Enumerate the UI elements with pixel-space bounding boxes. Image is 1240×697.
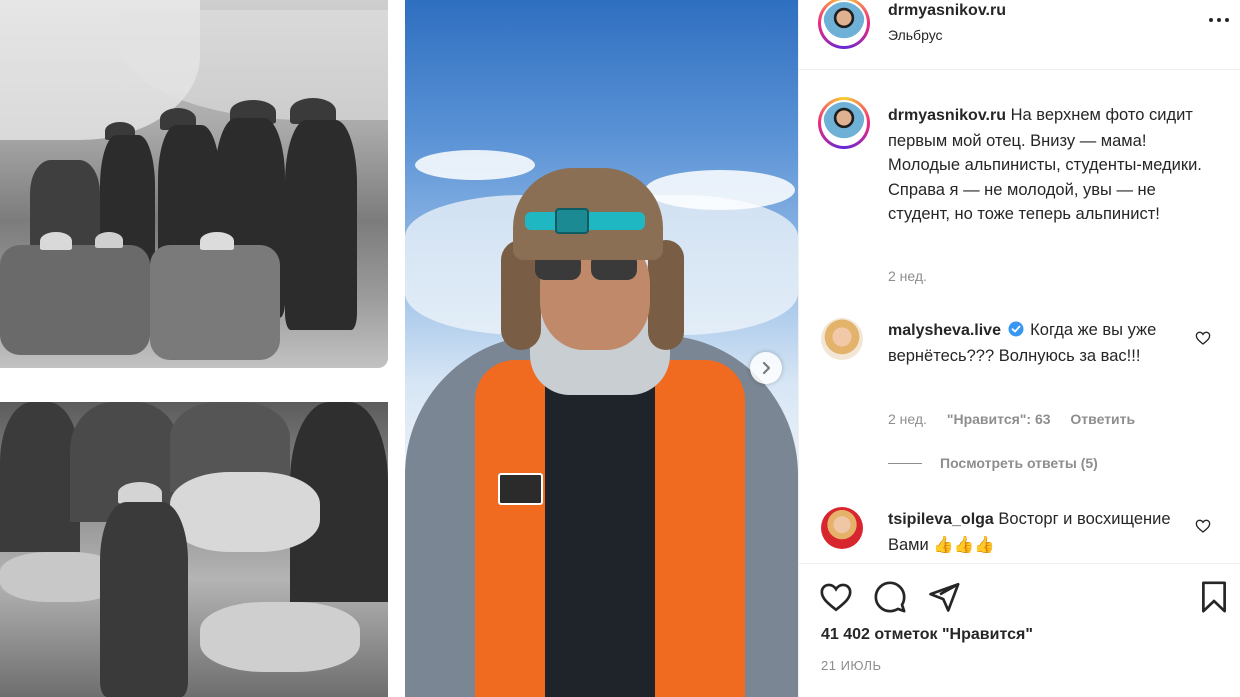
comment-heart-icon[interactable]	[1195, 330, 1211, 346]
comment-likes[interactable]: "Нравится": 63	[947, 411, 1051, 427]
heart-icon[interactable]	[819, 580, 853, 614]
post-caption: drmyasnikov.ru На верхнем фото сидит пер…	[888, 103, 1208, 227]
next-slide-button[interactable]	[750, 352, 782, 384]
comment-timestamp[interactable]: 2 нед.	[888, 411, 927, 427]
paper-plane-icon[interactable]	[927, 580, 961, 614]
comment-item: malysheva.live Когда же вы уже вернётесь…	[888, 318, 1188, 368]
verified-badge-icon	[1008, 321, 1024, 337]
comment-item: tsipileva_olga Восторг и восхищение Вами…	[888, 507, 1188, 557]
chevron-right-icon	[762, 361, 771, 375]
comment-username[interactable]: malysheva.live	[888, 322, 1001, 339]
more-horizontal-icon[interactable]	[1207, 10, 1231, 30]
commenter-avatar[interactable]	[821, 318, 863, 360]
commenter-avatar[interactable]	[821, 507, 863, 549]
jacket-badge	[498, 473, 543, 505]
likes-count[interactable]: 41 402 отметок "Нравится"	[821, 626, 1033, 644]
comment-meta: 2 нед. "Нравится": 63 Ответить	[888, 411, 1151, 427]
comment-heart-icon[interactable]	[1195, 518, 1211, 534]
caption-author-avatar[interactable]	[818, 97, 870, 149]
vintage-photo-woman-climber	[0, 402, 388, 697]
view-replies-label: Посмотреть ответы (5)	[940, 455, 1098, 471]
view-replies-button[interactable]: Посмотреть ответы (5)	[888, 455, 1098, 471]
post-sidebar: drmyasnikov.ru Эльбрус drmyasnikov.ru На…	[798, 0, 1240, 697]
vintage-photo-climbers-group	[0, 0, 388, 368]
caption-timestamp[interactable]: 2 нед.	[888, 268, 927, 284]
author-avatar[interactable]	[818, 0, 870, 49]
replies-divider	[888, 462, 922, 464]
caption-username[interactable]: drmyasnikov.ru	[888, 107, 1006, 124]
comment-icon[interactable]	[873, 580, 907, 614]
reply-button[interactable]: Ответить	[1070, 411, 1135, 427]
photo-man-on-elbrus	[405, 0, 798, 697]
bookmark-icon[interactable]	[1197, 580, 1231, 614]
post-location[interactable]: Эльбрус	[888, 27, 943, 43]
author-username[interactable]: drmyasnikov.ru	[888, 2, 1006, 20]
post-media[interactable]	[0, 0, 798, 697]
post-date[interactable]: 21 ИЮЛЬ	[821, 658, 882, 673]
sunglasses	[535, 258, 640, 280]
comment-username[interactable]: tsipileva_olga	[888, 511, 994, 528]
post-header: drmyasnikov.ru Эльбрус	[799, 0, 1240, 70]
